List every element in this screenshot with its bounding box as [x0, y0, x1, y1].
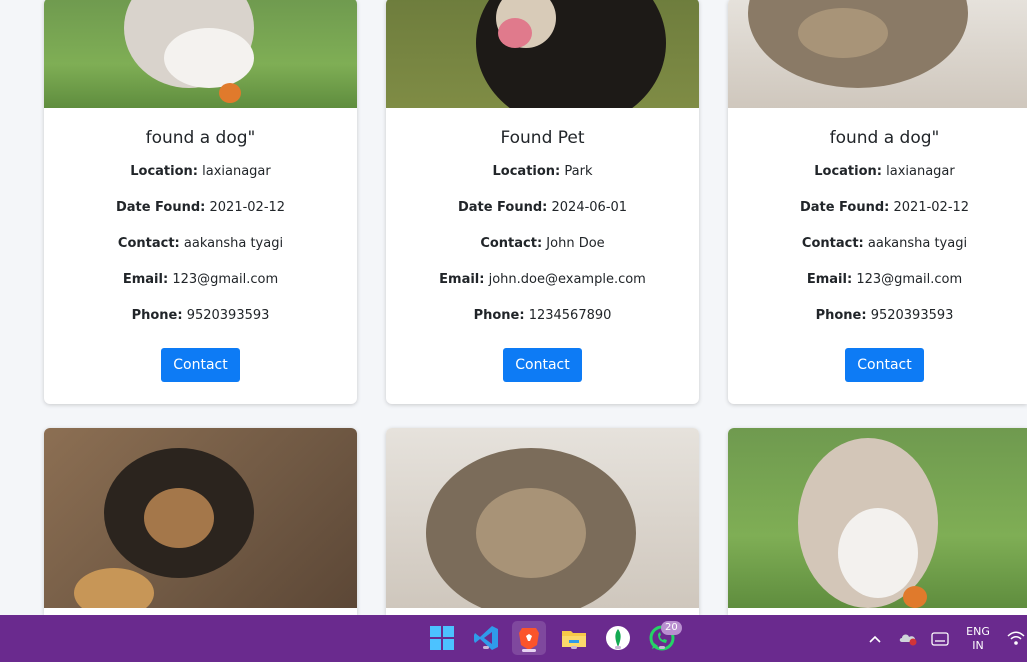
tablet-keyboard-icon[interactable]	[931, 631, 949, 646]
pet-card-3: found a dog" Location: laxianagar Date F…	[728, 0, 1027, 404]
windows-start-icon[interactable]	[428, 624, 456, 652]
pet-card-5	[386, 428, 699, 615]
date-found-field: Date Found: 2021-02-12	[799, 200, 970, 215]
cat-photo	[386, 428, 699, 608]
contact-field: Contact: aakansha tyagi	[117, 236, 284, 251]
date-found-field: Date Found: 2021-02-12	[115, 200, 286, 215]
file-explorer-icon[interactable]	[560, 624, 588, 652]
card-title: found a dog"	[829, 128, 940, 148]
contact-button[interactable]: Contact	[161, 348, 240, 382]
rabbit-photo	[44, 0, 357, 108]
date-found-field: Date Found: 2024-06-01	[457, 200, 628, 215]
email-field: Email: john.doe@example.com	[439, 272, 646, 287]
rabbit-photo	[728, 428, 1027, 608]
contact-button[interactable]: Contact	[845, 348, 924, 382]
location-field: Location: Park	[492, 164, 593, 179]
location-field: Location: laxianagar	[130, 164, 271, 179]
pet-card-6	[728, 428, 1027, 615]
location-field: Location: laxianagar	[814, 164, 955, 179]
phone-field: Phone: 1234567890	[473, 308, 612, 323]
email-field: Email: 123@gmail.com	[806, 272, 963, 287]
notification-badge: 20	[661, 621, 682, 635]
email-field: Email: 123@gmail.com	[122, 272, 279, 287]
pet-card-1: found a dog" Location: laxianagar Date F…	[44, 0, 357, 404]
dog-photo	[386, 0, 699, 108]
cat-photo	[728, 0, 1027, 108]
mongodb-compass-icon[interactable]	[604, 624, 632, 652]
puppy-photo	[44, 428, 357, 608]
taskbar: 20 ENG IN	[0, 615, 1027, 662]
brave-browser-icon[interactable]	[512, 621, 546, 655]
pet-card-2: Found Pet Location: Park Date Found: 202…	[386, 0, 699, 404]
contact-button[interactable]: Contact	[503, 348, 582, 382]
pet-card-4	[44, 428, 357, 615]
wifi-icon[interactable]	[1006, 630, 1026, 646]
vscode-icon[interactable]	[472, 624, 500, 652]
contact-field: Contact: John Doe	[480, 236, 605, 251]
show-hidden-icons-chevron-icon[interactable]	[868, 631, 882, 645]
phone-field: Phone: 9520393593	[815, 308, 954, 323]
phone-field: Phone: 9520393593	[131, 308, 270, 323]
contact-field: Contact: aakansha tyagi	[801, 236, 968, 251]
card-title: found a dog"	[145, 128, 256, 148]
whatsapp-icon[interactable]: 20	[648, 621, 682, 652]
language-indicator[interactable]: ENG IN	[960, 625, 996, 653]
card-title: Found Pet	[500, 128, 585, 148]
onedrive-status-icon[interactable]	[898, 630, 918, 646]
